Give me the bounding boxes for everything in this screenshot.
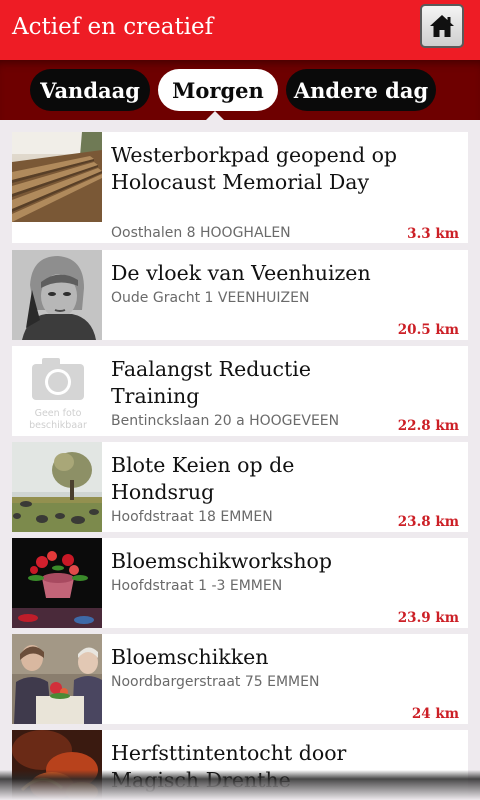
home-button[interactable] [420, 4, 464, 48]
list-bottom-fade [0, 770, 480, 800]
event-distance: 20.5 km [397, 322, 459, 338]
active-tab-pointer [205, 111, 225, 121]
event-title: Westerborkpad geopend op Holocaust Memor… [111, 143, 398, 194]
tab-andere-dag[interactable]: Andere dag [286, 69, 436, 111]
event-distance: 23.9 km [397, 610, 459, 626]
event-address: Bentinckslaan 20 a HOOGEVEEN [111, 413, 340, 429]
app-header: Actief en creatief [0, 0, 480, 60]
event-title: De vloek van Veenhuizen [111, 261, 371, 285]
event-card[interactable]: Westerborkpad geopend op Holocaust Memor… [12, 132, 468, 243]
event-title: Bloemschikworkshop [111, 549, 333, 573]
event-address: Hoofdstraat 18 EMMEN [111, 509, 273, 525]
event-card[interactable]: Bloemschikken Noordbargerstraat 75 EMMEN… [12, 634, 468, 724]
portrait-photo [12, 250, 102, 340]
tab-vandaag[interactable]: Vandaag [30, 69, 150, 111]
event-card[interactable]: De vloek van Veenhuizen Oude Gracht 1 VE… [12, 250, 468, 340]
event-address: Hoofdstraat 1 -3 EMMEN [111, 578, 283, 594]
event-title: Bloemschikken [111, 645, 269, 669]
flower-arrangement-photo [12, 538, 102, 628]
no-photo-placeholder: Geen foto beschikbaar [12, 346, 102, 436]
event-distance: 3.3 km [407, 226, 459, 242]
people-table-photo [12, 634, 102, 724]
railway-photo [12, 132, 102, 222]
placeholder-text-line1: Geen foto [35, 408, 82, 419]
event-distance: 24 km [411, 706, 459, 722]
event-card[interactable]: Bloemschikworkshop Hoofdstraat 1 -3 EMME… [12, 538, 468, 628]
day-tabbar: Vandaag Morgen Andere dag [0, 60, 480, 120]
event-address: Oude Gracht 1 VEENHUIZEN [111, 290, 310, 306]
app-title: Actief en creatief [12, 14, 214, 40]
tab-morgen[interactable]: Morgen [158, 69, 278, 111]
event-address: Oosthalen 8 HOOGHALEN [111, 225, 291, 241]
event-title: Blote Keien op de Hondsrug [111, 453, 295, 504]
placeholder-text-line2: beschikbaar [29, 420, 87, 431]
event-address: Noordbargerstraat 75 EMMEN [111, 674, 320, 690]
event-title: Faalangst Reductie Training [111, 357, 311, 408]
event-card[interactable]: Geen foto beschikbaar Faalangst Reductie… [12, 346, 468, 436]
camera-icon: Geen foto beschikbaar [29, 358, 87, 431]
event-card[interactable]: Blote Keien op de Hondsrug Hoofdstraat 1… [12, 442, 468, 532]
event-distance: 22.8 km [397, 418, 459, 434]
tree-field-photo [12, 442, 102, 532]
event-distance: 23.8 km [397, 514, 459, 530]
home-icon [430, 15, 454, 37]
